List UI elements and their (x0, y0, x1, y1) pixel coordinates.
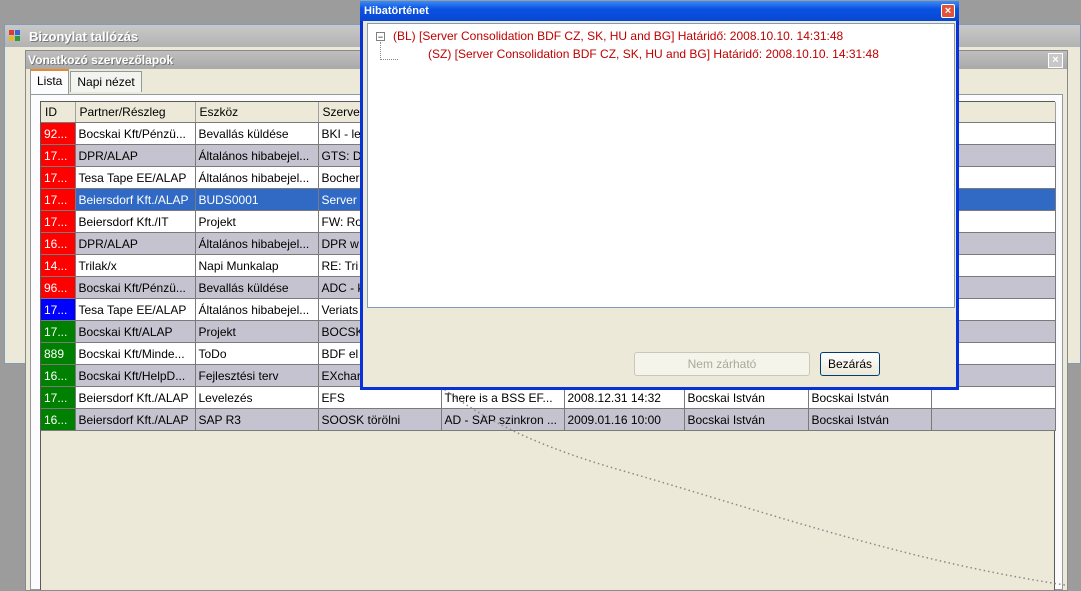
cell-col6[interactable]: 2009.01.16 10:00 (564, 408, 685, 431)
cell-id[interactable]: 92... (41, 122, 76, 145)
cell-eszkoz[interactable]: BUDS0001 (195, 188, 319, 211)
cell-col5[interactable]: AD - SAP szinkron ... (441, 408, 565, 431)
tree-node-root[interactable]: (BL) [Server Consolidation BDF CZ, SK, H… (393, 29, 843, 43)
cell-eszkoz[interactable]: SAP R3 (195, 408, 319, 431)
tab-lista[interactable]: Lista (30, 69, 70, 94)
collapse-icon[interactable]: − (376, 32, 385, 42)
tree-connector-line (380, 59, 398, 60)
cell-partner[interactable]: Trilak/x (75, 254, 196, 277)
related-sheets-title: Vonatkozó szervezőlapok (28, 53, 174, 67)
error-history-dialog: Hibatörténet × − (BL) [Server Consolidat… (360, 1, 959, 390)
cell-partner[interactable]: Bocskai Kft/ALAP (75, 320, 196, 343)
cell-eszkoz[interactable]: Általános hibabejel... (195, 232, 319, 255)
cell-eszkoz[interactable]: Bevallás küldése (195, 276, 319, 299)
cell-eszkoz[interactable]: Projekt (195, 320, 319, 343)
column-header-id[interactable]: ID (41, 102, 76, 123)
cell-partner[interactable]: Beiersdorf Kft./IT (75, 210, 196, 233)
cell-col7[interactable]: Bocskai István (684, 408, 809, 431)
close-button[interactable]: Bezárás (820, 352, 880, 376)
cell-eszkoz[interactable]: Projekt (195, 210, 319, 233)
cell-partner[interactable]: Bocskai Kft/Pénzü... (75, 276, 196, 299)
cell-id[interactable]: 17... (41, 210, 76, 233)
cell-partner[interactable]: Beiersdorf Kft./ALAP (75, 408, 196, 431)
cell-partner[interactable]: Beiersdorf Kft./ALAP (75, 386, 196, 409)
cell-eszkoz[interactable]: Bevallás küldése (195, 122, 319, 145)
cell-id[interactable]: 17... (41, 386, 76, 409)
close-icon[interactable]: × (1048, 53, 1063, 68)
cell-eszkoz[interactable]: Napi Munkalap (195, 254, 319, 277)
cell-partner[interactable]: DPR/ALAP (75, 144, 196, 167)
cell-id[interactable]: 17... (41, 166, 76, 189)
cell-id[interactable]: 16... (41, 408, 76, 431)
cell-id[interactable]: 17... (41, 188, 76, 211)
cell-id[interactable]: 14... (41, 254, 76, 277)
column-header-partner[interactable]: Partner/Részleg (75, 102, 196, 123)
cell-partner[interactable]: Bocskai Kft/Minde... (75, 342, 196, 365)
tab-napi-nezet[interactable]: Napi nézet (70, 71, 142, 92)
cell-col9[interactable] (931, 408, 1056, 431)
cell-eszkoz[interactable]: Levelezés (195, 386, 319, 409)
cell-id[interactable]: 889 (41, 342, 76, 365)
cell-partner[interactable]: Bocskai Kft/Pénzü... (75, 122, 196, 145)
cell-id[interactable]: 16... (41, 364, 76, 387)
cell-col8[interactable]: Bocskai István (808, 408, 932, 431)
cell-id[interactable]: 16... (41, 232, 76, 255)
cell-eszkoz[interactable]: ToDo (195, 342, 319, 365)
dialog-title: Hibatörténet (364, 5, 429, 17)
cell-id[interactable]: 17... (41, 320, 76, 343)
close-icon[interactable]: × (941, 4, 955, 18)
cell-id[interactable]: 17... (41, 298, 76, 321)
main-window-title: Bizonylat tallózás (29, 28, 139, 44)
tab-strip: Lista Napi nézet (30, 69, 143, 94)
cell-eszkoz[interactable]: Általános hibabejel... (195, 298, 319, 321)
not-closable-button[interactable]: Nem zárható (634, 352, 810, 376)
app-icon (9, 30, 23, 42)
cell-eszkoz[interactable]: Fejlesztési terv (195, 364, 319, 387)
tree-connector-line (380, 42, 381, 60)
cell-eszkoz[interactable]: Általános hibabejel... (195, 144, 319, 167)
cell-partner[interactable]: Bocskai Kft/HelpD... (75, 364, 196, 387)
column-header-eszkoz[interactable]: Eszköz (195, 102, 319, 123)
table-row[interactable]: 16... Beiersdorf Kft./ALAP SAP R3 SOOSK tör… (41, 408, 1056, 431)
cell-eszkoz[interactable]: Általános hibabejel... (195, 166, 319, 189)
cell-partner[interactable]: Beiersdorf Kft./ALAP (75, 188, 196, 211)
history-tree[interactable]: − (BL) [Server Consolidation BDF CZ, SK,… (367, 23, 955, 308)
cell-partner[interactable]: Tesa Tape EE/ALAP (75, 298, 196, 321)
cell-szerv[interactable]: SOOSK törölni (318, 408, 442, 431)
dialog-titlebar[interactable]: Hibatörténet × (360, 1, 959, 21)
cell-partner[interactable]: Tesa Tape EE/ALAP (75, 166, 196, 189)
tree-node-child[interactable]: (SZ) [Server Consolidation BDF CZ, SK, H… (428, 47, 879, 61)
cell-id[interactable]: 96... (41, 276, 76, 299)
cell-id[interactable]: 17... (41, 144, 76, 167)
cell-partner[interactable]: DPR/ALAP (75, 232, 196, 255)
